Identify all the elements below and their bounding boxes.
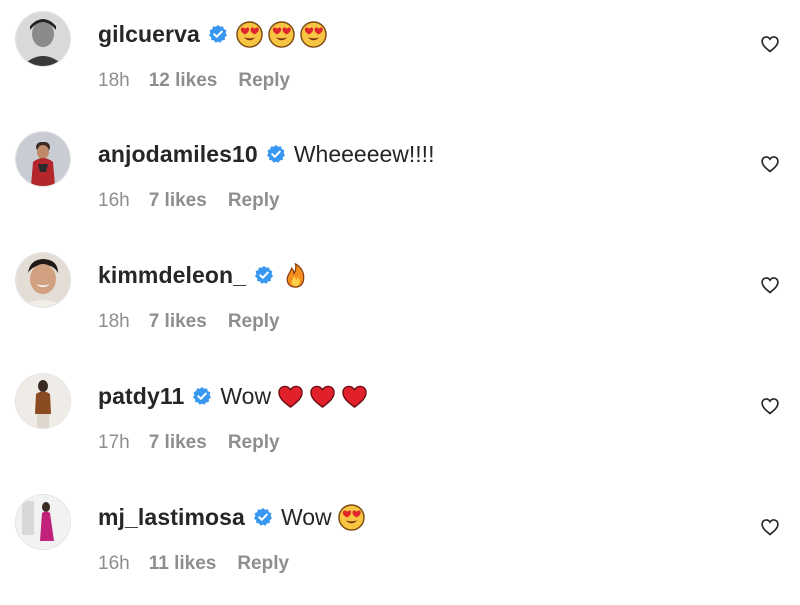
heart-eyes-emoji-icon xyxy=(300,20,327,48)
comment-item: patdy11 Wow 17h 7 likes Reply xyxy=(0,374,800,484)
likes-count[interactable]: 7 likes xyxy=(149,190,207,212)
avatar[interactable] xyxy=(16,253,70,307)
comment-text: Wow xyxy=(280,503,332,530)
avatar[interactable] xyxy=(16,12,70,66)
reply-button[interactable]: Reply xyxy=(238,70,290,92)
heart-eyes-emoji-icon xyxy=(268,20,295,48)
comment-timestamp: 18h xyxy=(98,70,130,91)
comment-timestamp: 16h xyxy=(98,190,130,211)
comment-item: gilcuerva 18h 12 likes Reply xyxy=(0,12,800,122)
reply-button[interactable]: Reply xyxy=(228,190,280,212)
likes-count[interactable]: 7 likes xyxy=(149,311,207,333)
verified-badge-icon xyxy=(208,24,228,44)
likes-count[interactable]: 12 likes xyxy=(149,70,218,92)
verified-badge-icon xyxy=(192,386,212,406)
verified-badge-icon xyxy=(254,265,274,285)
like-heart-icon[interactable] xyxy=(760,154,780,174)
comment-text: Wow xyxy=(220,382,272,409)
like-heart-icon[interactable] xyxy=(760,517,780,537)
avatar[interactable] xyxy=(16,374,70,428)
reply-button[interactable]: Reply xyxy=(228,432,280,454)
reply-button[interactable]: Reply xyxy=(237,553,289,575)
avatar[interactable] xyxy=(16,132,70,186)
red-heart-emoji-icon xyxy=(277,383,304,410)
like-heart-icon[interactable] xyxy=(760,34,780,54)
verified-badge-icon xyxy=(266,144,286,164)
reply-button[interactable]: Reply xyxy=(228,311,280,333)
username[interactable]: gilcuerva xyxy=(98,21,200,48)
like-heart-icon[interactable] xyxy=(760,396,780,416)
username[interactable]: patdy11 xyxy=(98,383,184,410)
heart-eyes-emoji-icon xyxy=(236,20,263,48)
comment-timestamp: 17h xyxy=(98,432,130,453)
comment-timestamp: 18h xyxy=(98,311,130,332)
heart-eyes-emoji-icon xyxy=(337,503,365,531)
username[interactable]: anjodamiles10 xyxy=(98,141,258,168)
comment-timestamp: 16h xyxy=(98,553,130,574)
avatar[interactable] xyxy=(16,495,70,549)
like-heart-icon[interactable] xyxy=(760,275,780,295)
comment-item: anjodamiles10 Wheeeeew!!!! 16h 7 likes R… xyxy=(0,132,800,242)
red-heart-emoji-icon xyxy=(341,383,368,410)
likes-count[interactable]: 7 likes xyxy=(149,432,207,454)
comment-list: gilcuerva 18h 12 likes Reply anjodamiles… xyxy=(0,0,800,589)
comment-item: kimmdeleon_ 18h 7 likes Reply xyxy=(0,253,800,363)
username[interactable]: mj_lastimosa xyxy=(98,504,245,531)
red-heart-emoji-icon xyxy=(309,383,336,410)
fire-emoji-icon xyxy=(282,262,309,289)
username[interactable]: kimmdeleon_ xyxy=(98,262,246,289)
comment-text: Wheeeeew!!!! xyxy=(293,140,435,167)
likes-count[interactable]: 11 likes xyxy=(149,553,217,575)
verified-badge-icon xyxy=(253,507,273,527)
